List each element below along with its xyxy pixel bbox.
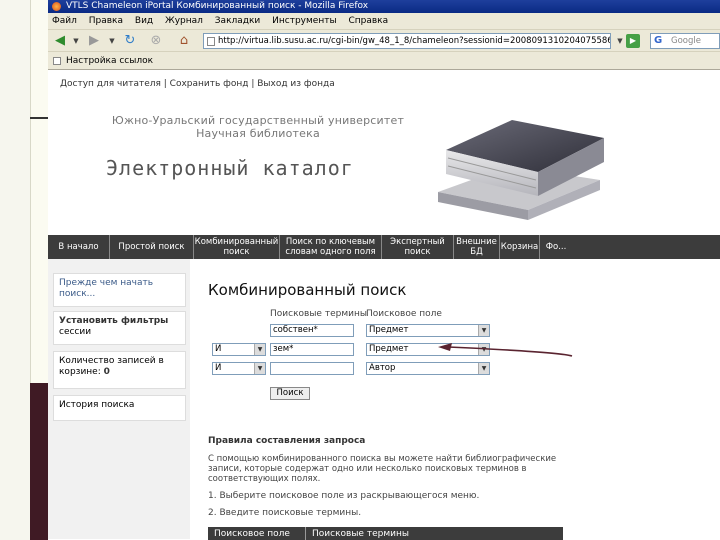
table-col-field: Поисковое поле	[208, 527, 306, 540]
search-button[interactable]: Поиск	[270, 387, 310, 400]
top-links[interactable]: Доступ для читателя | Сохранить фонд | В…	[48, 78, 720, 90]
university-name: Южно-Уральский государственный университ…	[108, 114, 408, 140]
slide-accent-bar	[30, 0, 48, 383]
bool-select-3[interactable]: И ▼	[212, 362, 266, 375]
page-icon	[207, 37, 215, 46]
cart-count-value: 0	[103, 367, 110, 377]
reload-icon[interactable]: ↻	[122, 34, 138, 48]
tab-keyword-search[interactable]: Поиск по ключевым словам одного поля	[280, 235, 382, 259]
window-title: VTLS Chameleon iPortal Комбинированный п…	[66, 1, 369, 11]
go-arrow-icon[interactable]: ▶	[626, 34, 640, 48]
firefox-icon	[52, 2, 61, 11]
dropdown-arrow-icon[interactable]: ▼	[104, 34, 120, 48]
search-input[interactable]: G Google	[650, 33, 720, 49]
field-select-2[interactable]: Предмет ▼	[366, 343, 490, 356]
field-select-2-value: Предмет	[369, 344, 409, 354]
browser-window: VTLS Chameleon iPortal Комбинированный п…	[48, 0, 720, 540]
menu-edit[interactable]: Правка	[89, 16, 123, 26]
bool-select-2[interactable]: И ▼	[212, 343, 266, 356]
bookmarks-toolbar: Настройка ссылок	[48, 52, 720, 70]
bool-select-2-value: И	[215, 344, 222, 354]
sidebar: Прежде чем начать поиск... Установить фи…	[48, 259, 190, 539]
main-panel: Комбинированный поиск Поисковые термины …	[200, 259, 572, 540]
dropdown-arrow-icon[interactable]: ▼	[68, 34, 84, 48]
field-column-label: Поисковое поле	[366, 309, 442, 319]
books-icon	[438, 120, 604, 220]
set-filters-label: Установить фильтры	[59, 316, 169, 326]
chevron-down-icon: ▼	[478, 363, 489, 374]
menu-bookmarks[interactable]: Закладки	[215, 16, 261, 26]
university-line-1: Южно-Уральский государственный университ…	[111, 114, 405, 127]
chevron-down-icon: ▼	[254, 344, 265, 355]
term-input-3[interactable]	[270, 362, 354, 375]
chevron-down-icon: ▼	[478, 325, 489, 336]
tab-cart[interactable]: Корзина	[500, 235, 540, 259]
before-start-link[interactable]: Прежде чем начать поиск...	[53, 273, 186, 307]
menu-history[interactable]: Журнал	[165, 16, 203, 26]
url-input[interactable]: http://virtua.lib.susu.ac.ru/cgi-bin/gw_…	[203, 33, 611, 49]
menu-file[interactable]: Файл	[52, 16, 77, 26]
rules-table-header: Поисковое поле Поисковые термины	[208, 527, 563, 540]
navigation-toolbar: ◀ ▼ ▶ ▼ ↻ ⊗ ⌂ http://virtua.lib.susu.ac.…	[48, 30, 720, 52]
search-history-link[interactable]: История поиска	[53, 395, 186, 421]
tab-combined-search[interactable]: Комбинированный поиск	[194, 235, 280, 259]
bookmark-page-icon	[53, 57, 61, 65]
bool-select-3-value: И	[215, 363, 222, 373]
field-select-1[interactable]: Предмет ▼	[366, 324, 490, 337]
stop-icon[interactable]: ⊗	[148, 34, 164, 48]
university-line-2: Научная библиотека	[196, 127, 320, 140]
tab-external-db[interactable]: Внешние БД	[454, 235, 500, 259]
tab-simple-search[interactable]: Простой поиск	[110, 235, 194, 259]
forward-arrow-icon[interactable]: ▶	[86, 34, 102, 48]
menu-tools[interactable]: Инструменты	[272, 16, 336, 26]
field-select-3[interactable]: Автор ▼	[366, 362, 490, 375]
site-header: Южно-Уральский государственный университ…	[48, 90, 720, 235]
menu-bar: Файл Правка Вид Журнал Закладки Инструме…	[48, 13, 720, 30]
url-text: http://virtua.lib.susu.ac.ru/cgi-bin/gw_…	[218, 36, 610, 46]
menu-view[interactable]: Вид	[135, 16, 153, 26]
term-input-1[interactable]: собствен*	[270, 324, 354, 337]
page-title: Комбинированный поиск	[208, 281, 407, 299]
terms-column-label: Поисковые термины	[270, 309, 367, 319]
home-icon[interactable]: ⌂	[176, 34, 192, 48]
catalog-title: Электронный каталог	[106, 156, 354, 180]
tab-more[interactable]: Фо...	[540, 235, 572, 259]
slide-divider-line	[30, 117, 50, 119]
term-input-2[interactable]: зем*	[270, 343, 354, 356]
window-titlebar: VTLS Chameleon iPortal Комбинированный п…	[48, 0, 720, 13]
rule-step-1: 1. Выберите поисковое поле из раскрывающ…	[208, 491, 480, 501]
cart-count-box: Количество записей в корзине: 0	[53, 351, 186, 389]
filters-box[interactable]: Установить фильтры сессии	[53, 311, 186, 345]
page-content: Прежде чем начать поиск... Установить фи…	[48, 259, 720, 540]
search-placeholder: Google	[671, 36, 701, 46]
catalog-nav: В начало Простой поиск Комбинированный п…	[48, 235, 720, 259]
cart-count-label: Количество записей в корзине:	[59, 356, 164, 377]
session-label: сессии	[59, 327, 92, 337]
rule-step-2: 2. Введите поисковые термины.	[208, 508, 362, 518]
slide-accent-bar-dark	[30, 383, 48, 540]
table-col-terms: Поисковые термины	[312, 529, 409, 539]
chevron-down-icon: ▼	[478, 344, 489, 355]
chevron-down-icon: ▼	[254, 363, 265, 374]
tab-expert-search[interactable]: Экспертный поиск	[382, 235, 454, 259]
tab-home[interactable]: В начало	[48, 235, 110, 259]
field-select-1-value: Предмет	[369, 325, 409, 335]
rules-title: Правила составления запроса	[208, 436, 366, 446]
menu-help[interactable]: Справка	[348, 16, 388, 26]
back-arrow-icon[interactable]: ◀	[52, 34, 68, 48]
google-icon: G	[654, 35, 663, 46]
rules-text: С помощью комбинированного поиска вы мож…	[208, 454, 557, 484]
field-select-3-value: Автор	[369, 363, 396, 373]
bookmark-item[interactable]: Настройка ссылок	[66, 56, 153, 66]
